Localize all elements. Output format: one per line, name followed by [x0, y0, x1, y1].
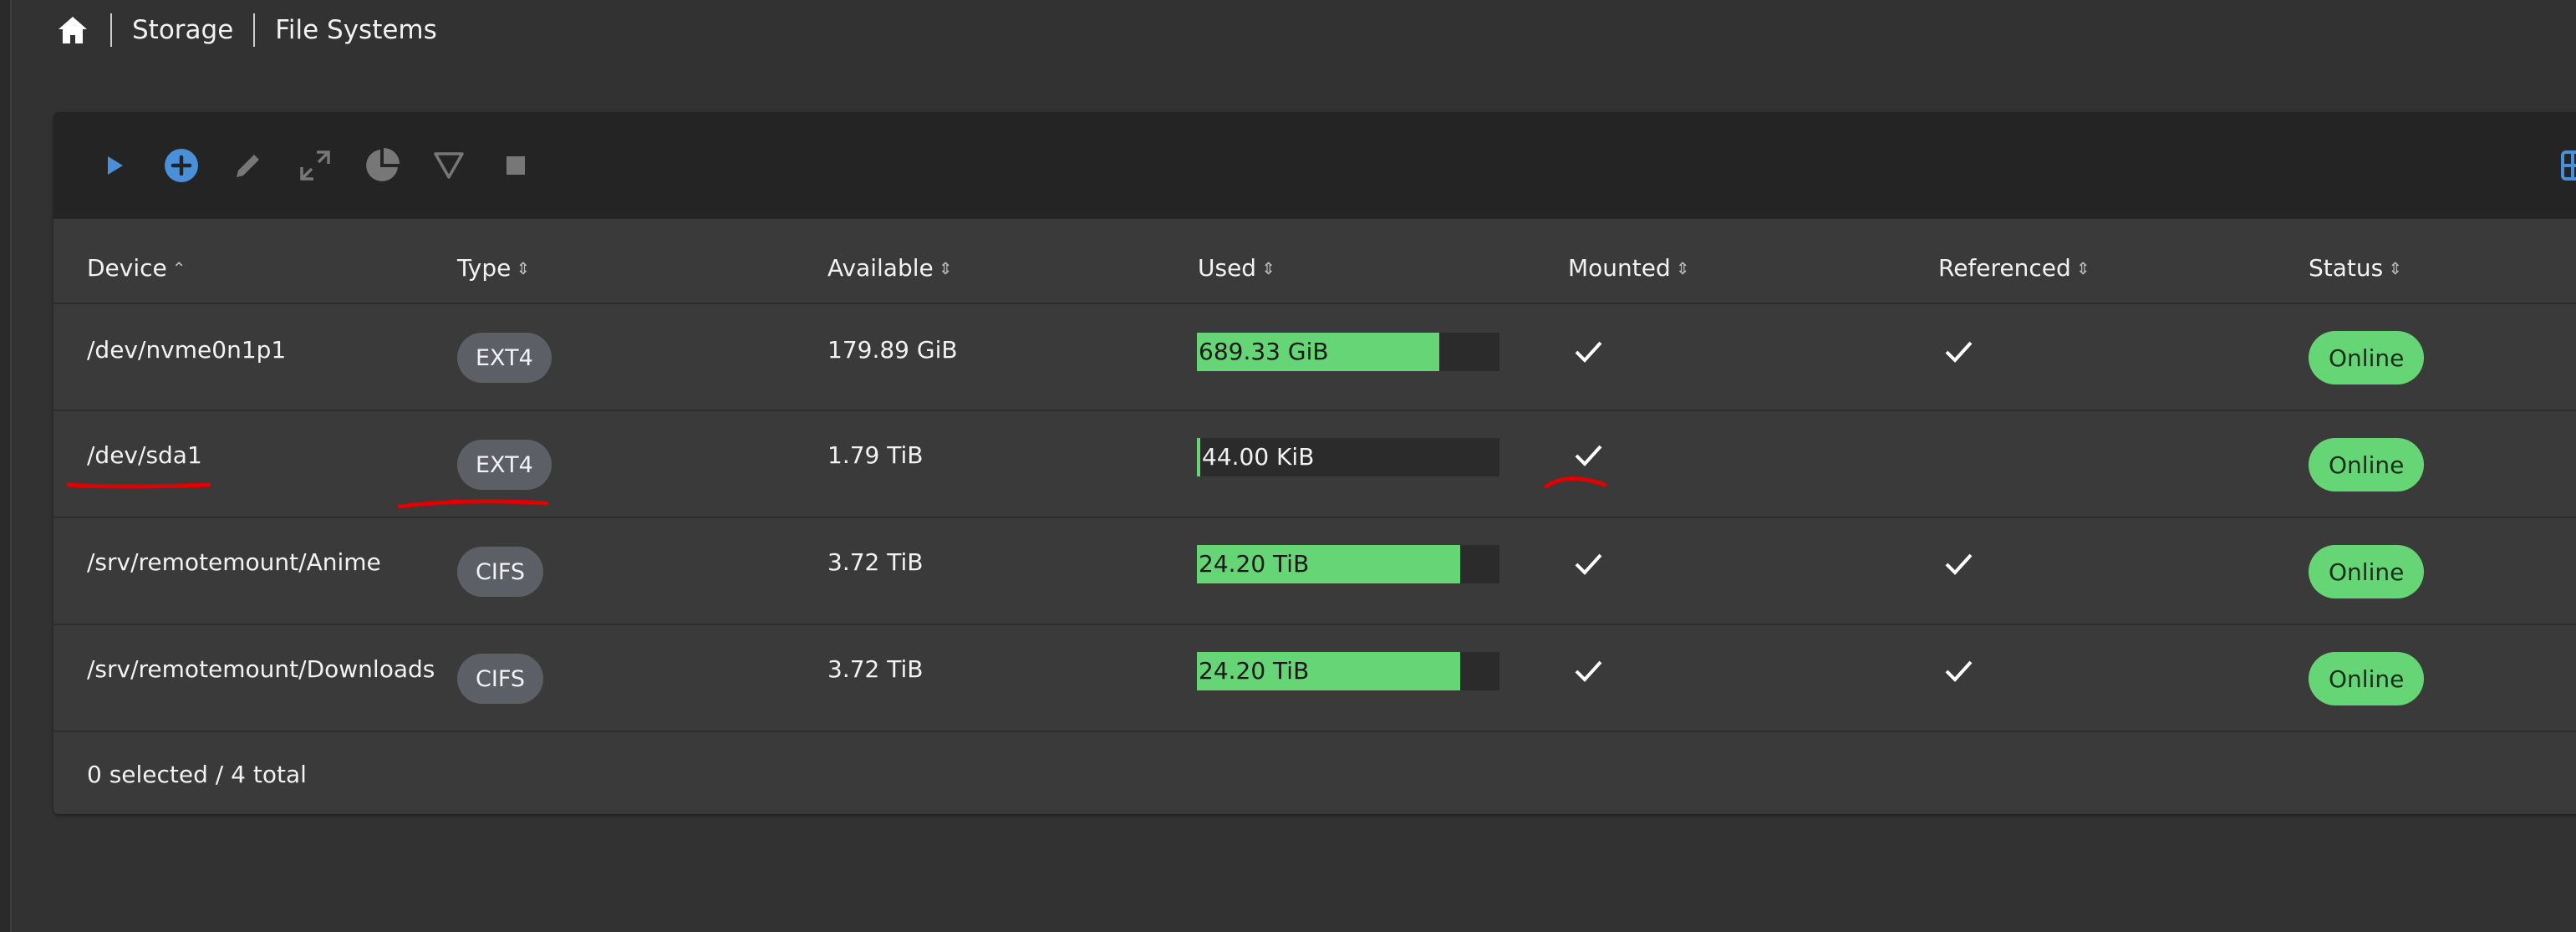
usage-bar: 44.00 KiB — [1197, 438, 1499, 476]
mounted-check-icon — [1575, 553, 1602, 575]
type-badge: EXT4 — [457, 333, 552, 383]
column-header-label: Type — [457, 254, 512, 282]
sort-icon: ⇕ — [938, 257, 953, 278]
annotation-underline-device — [66, 482, 211, 489]
toolbar — [53, 112, 2576, 219]
referenced-check-icon — [1945, 341, 1973, 363]
table-row[interactable]: /dev/nvme0n1p1 EXT4 179.89 GiB 689.33 Gi… — [53, 304, 2576, 410]
table-row[interactable]: /srv/remotemount/Downloads CIFS 3.72 TiB… — [53, 625, 2576, 731]
device-cell: /srv/remotemount/Anime — [87, 548, 381, 576]
used-value: 24.20 TiB — [1199, 550, 1310, 578]
breadcrumb: Storage File Systems — [55, 10, 437, 50]
status-badge: Online — [2309, 331, 2425, 385]
mounted-check-icon — [1575, 660, 1602, 682]
available-cell: 3.72 TiB — [827, 548, 924, 576]
available-cell: 3.72 TiB — [827, 655, 924, 683]
type-badge: EXT4 — [457, 440, 552, 490]
sort-icon: ⇕ — [1675, 257, 1690, 278]
table-columns-icon[interactable] — [2559, 149, 2576, 182]
column-header-label: Available — [827, 254, 934, 282]
column-header-label: Referenced — [1938, 254, 2071, 282]
annotation-underline-type — [397, 499, 549, 509]
available-cell: 1.79 TiB — [827, 441, 924, 469]
selection-summary: 0 selected / 4 total — [87, 761, 307, 788]
referenced-check-icon — [1945, 553, 1973, 575]
sort-ascending-icon: ⌃ — [171, 257, 186, 278]
device-cell: /dev/nvme0n1p1 — [87, 336, 287, 364]
mounted-check-icon — [1575, 341, 1602, 363]
used-value: 24.20 TiB — [1199, 657, 1310, 685]
stop-icon[interactable] — [496, 146, 535, 185]
column-header-label: Mounted — [1568, 254, 1671, 282]
breadcrumb-separator — [110, 13, 112, 47]
column-header-available[interactable]: Available ⇕ — [827, 254, 953, 282]
breadcrumb-storage[interactable]: Storage — [132, 15, 233, 45]
sort-icon: ⇕ — [516, 257, 531, 278]
status-badge: Online — [2309, 652, 2425, 705]
column-header-device[interactable]: Device ⌃ — [87, 254, 186, 282]
expand-icon[interactable] — [296, 146, 334, 185]
annotation-mark-mounted — [1544, 476, 1607, 489]
breadcrumb-file-systems[interactable]: File Systems — [275, 15, 436, 45]
table-row[interactable]: /srv/remotemount/Anime CIFS 3.72 TiB 24.… — [53, 518, 2576, 624]
usage-bar: 689.33 GiB — [1197, 333, 1499, 371]
add-circle-icon[interactable] — [162, 146, 201, 185]
type-badge: CIFS — [457, 547, 544, 597]
column-header-used[interactable]: Used ⇕ — [1198, 254, 1275, 282]
used-value: 689.33 GiB — [1199, 338, 1329, 365]
status-badge: Online — [2309, 438, 2425, 491]
filter-icon[interactable] — [430, 146, 468, 185]
column-header-status[interactable]: Status ⇕ — [2309, 254, 2402, 282]
sort-icon: ⇕ — [2075, 257, 2090, 278]
left-edge — [0, 0, 12, 932]
divider — [53, 731, 2576, 732]
mounted-check-icon — [1575, 445, 1602, 466]
column-header-type[interactable]: Type ⇕ — [457, 254, 530, 282]
device-cell: /srv/remotemount/Downloads — [87, 655, 435, 683]
referenced-check-icon — [1945, 660, 1973, 682]
home-icon[interactable] — [55, 13, 90, 48]
breadcrumb-separator — [253, 13, 256, 47]
sort-icon: ⇕ — [1261, 257, 1275, 278]
column-header-label: Status — [2309, 254, 2384, 282]
usage-bar-fill — [1197, 438, 1200, 476]
usage-bar: 24.20 TiB — [1197, 652, 1499, 690]
status-badge: Online — [2309, 545, 2425, 598]
pie-chart-icon[interactable] — [363, 146, 401, 185]
device-cell: /dev/sda1 — [87, 441, 202, 469]
column-header-referenced[interactable]: Referenced ⇕ — [1938, 254, 2090, 282]
used-value: 44.00 KiB — [1202, 443, 1315, 471]
type-badge: CIFS — [457, 654, 544, 704]
column-header-mounted[interactable]: Mounted ⇕ — [1568, 254, 1690, 282]
sort-icon: ⇕ — [2388, 257, 2402, 278]
column-header-label: Used — [1198, 254, 1257, 282]
file-systems-panel: Device ⌃ Type ⇕ Available ⇕ Used ⇕ Mount… — [53, 112, 2576, 814]
edit-icon[interactable] — [229, 146, 267, 185]
play-icon[interactable] — [95, 146, 134, 185]
usage-bar: 24.20 TiB — [1197, 545, 1499, 583]
column-header-label: Device — [87, 254, 167, 282]
available-cell: 179.89 GiB — [827, 336, 958, 364]
